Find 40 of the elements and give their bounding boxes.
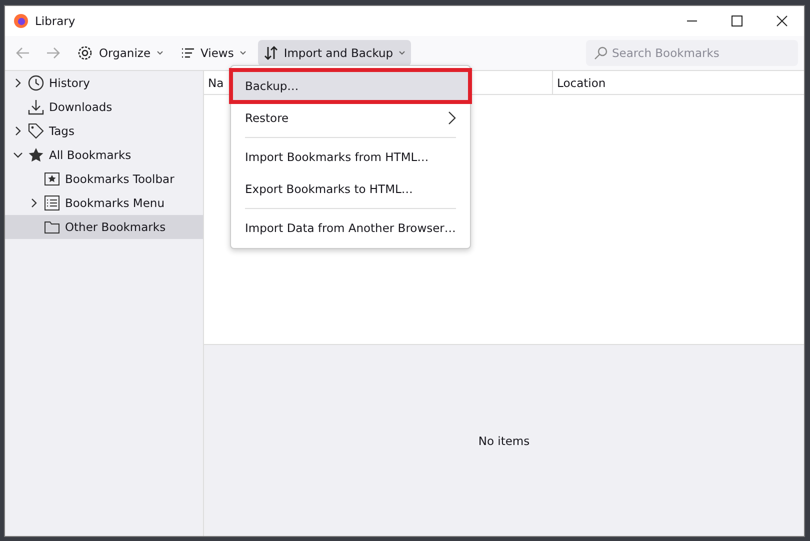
chevron-right-icon[interactable] (13, 78, 23, 88)
chevron-right-icon[interactable] (13, 126, 23, 136)
folder-icon (44, 219, 60, 235)
sidebar-item[interactable]: History (5, 71, 203, 95)
close-icon[interactable] (776, 15, 788, 27)
menu-item[interactable]: Export Bookmarks to HTML… (231, 173, 470, 205)
tag-icon (28, 123, 44, 139)
sidebar-item[interactable]: Bookmarks Toolbar (5, 167, 203, 191)
gear-icon (77, 45, 93, 61)
empty-message: No items (478, 434, 530, 448)
star-icon (28, 147, 44, 163)
search-field[interactable]: Search Bookmarks (586, 40, 798, 66)
sidebar-item[interactable]: Other Bookmarks (5, 215, 203, 239)
list-icon (44, 195, 60, 211)
clock-icon (28, 75, 44, 91)
toolbar-button[interactable]: Import and Backup (258, 40, 412, 66)
star-box-icon (44, 171, 60, 187)
maximize-icon[interactable] (731, 15, 743, 27)
menu-item[interactable]: Restore (231, 102, 470, 134)
caret-icon (399, 51, 406, 55)
download-icon (28, 99, 44, 115)
menu-item[interactable]: Import Bookmarks from HTML… (231, 141, 470, 173)
column-header[interactable]: Location (553, 71, 606, 94)
list-icon (180, 46, 195, 60)
sidebar-item[interactable]: Tags (5, 119, 203, 143)
chevron-right-icon (448, 111, 456, 125)
chevron-down-icon[interactable] (13, 150, 23, 160)
sidebar-item[interactable]: Bookmarks Menu (5, 191, 203, 215)
menu-item[interactable]: Backup… (231, 70, 470, 102)
window-title: Library (35, 14, 76, 28)
up-down-arrows-icon (264, 46, 278, 60)
toolbar-button[interactable]: Organize (71, 40, 169, 66)
menu-item[interactable]: Import Data from Another Browser… (231, 212, 470, 244)
sidebar-item[interactable]: All Bookmarks (5, 143, 203, 167)
browser-logo-icon (13, 13, 29, 29)
caret-icon (240, 51, 246, 55)
toolbar-button[interactable]: Views (174, 40, 252, 66)
chevron-right-icon[interactable] (29, 198, 39, 208)
sidebar-item[interactable]: Downloads (5, 95, 203, 119)
caret-icon (156, 51, 163, 55)
